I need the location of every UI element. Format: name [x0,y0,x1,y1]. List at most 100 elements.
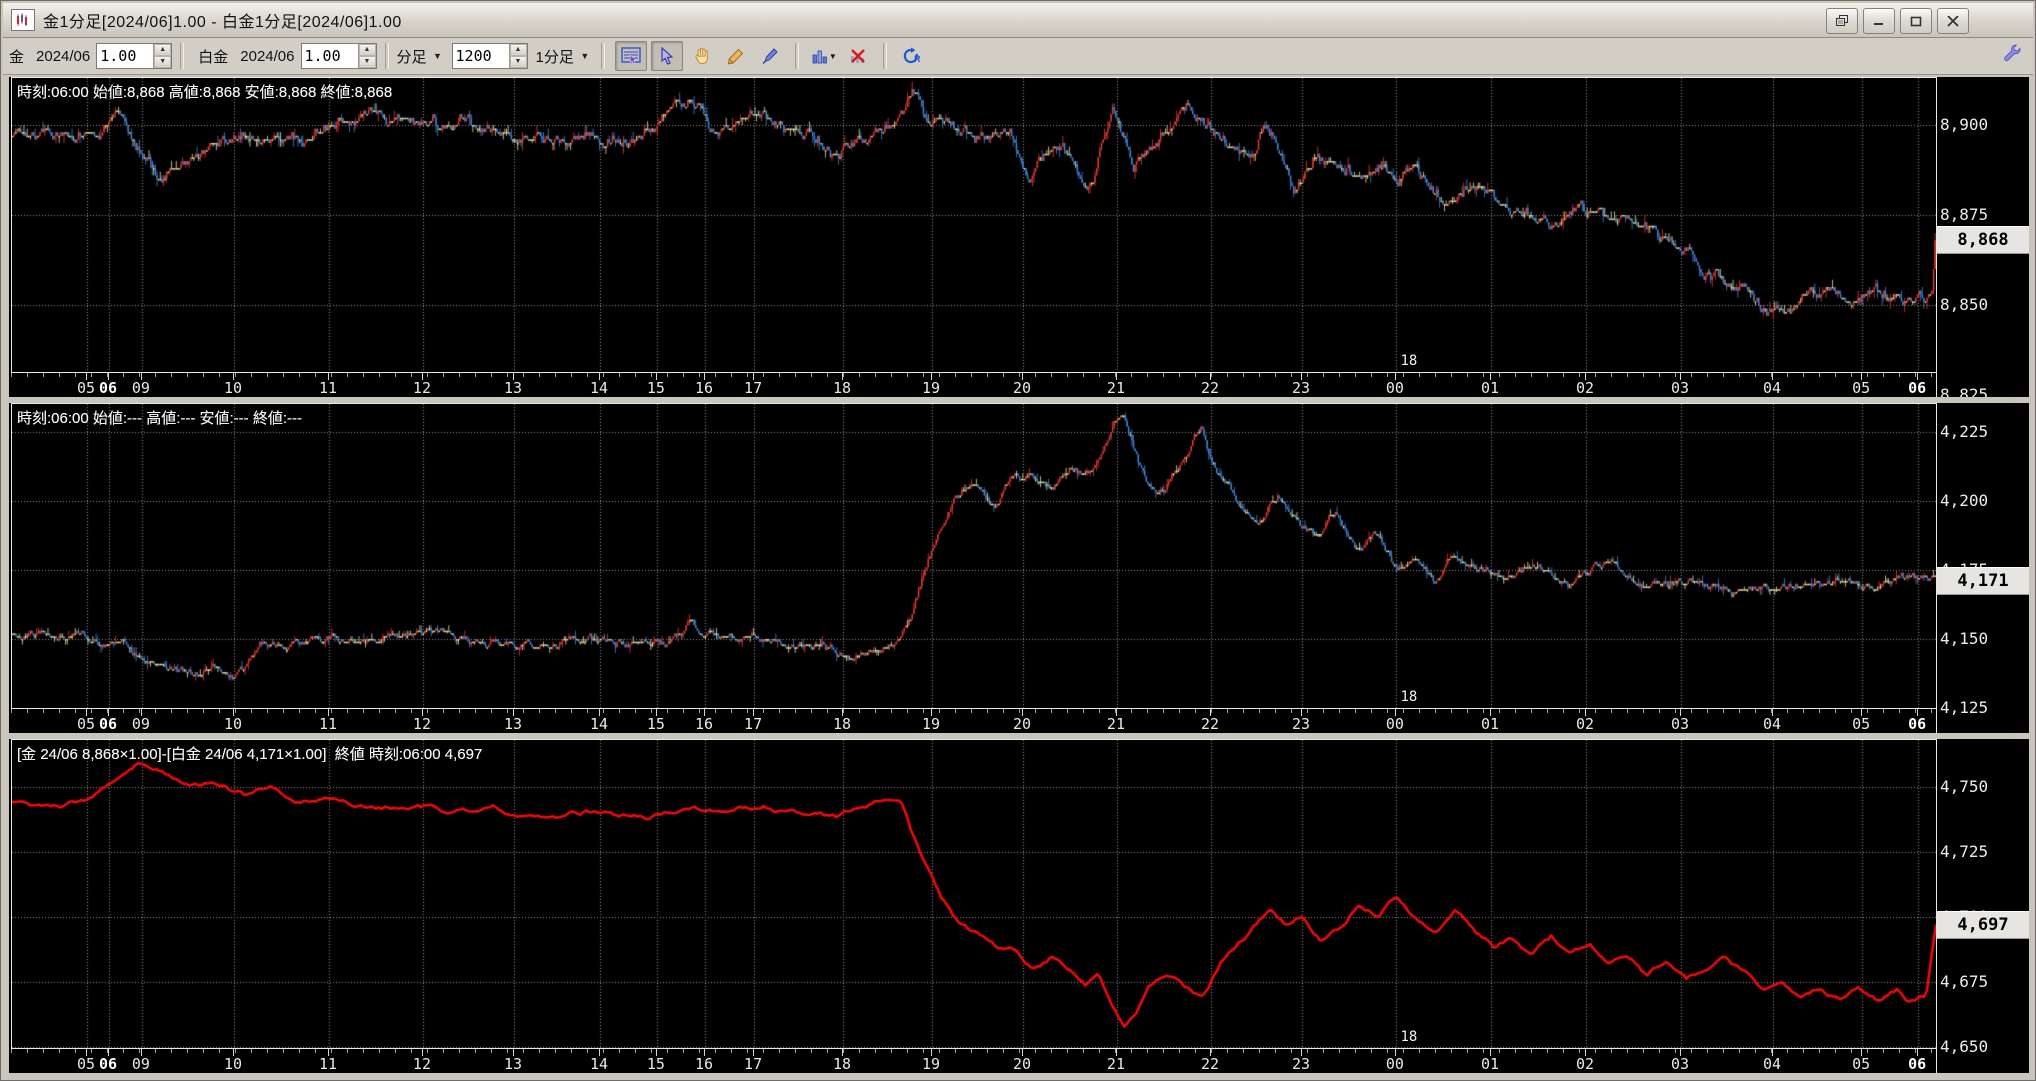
chevron-down-icon[interactable]: ▼ [430,47,446,65]
price-tick-label: 4,225 [1940,422,1989,441]
gold-multiplier-input[interactable] [97,44,154,68]
window-title: 金1分足[2024/06]1.00 - 白金1分足[2024/06]1.00 [43,14,402,31]
minor-ticks [11,709,1935,713]
hour-label: 06 [1908,379,1927,397]
close-button[interactable] [1937,8,1969,34]
minimize-button[interactable] [1863,8,1895,34]
hour-label: 01 [1480,1055,1499,1073]
hour-label: 14 [589,1055,608,1073]
time-axis: 05 06 09 10 11 12 13 14 15 16 17 18 19 20 21 22 23 00 01 02… [11,1049,1935,1073]
price-tick-label: 4,125 [1940,698,1989,717]
hour-label: 15 [646,1055,665,1073]
platinum-contract[interactable]: 2024/06 [240,48,294,65]
hour-label: 20 [1013,379,1032,397]
hour-label: 19 [922,1055,941,1073]
select-cursor-icon [661,47,674,65]
hour-label: 09 [131,379,150,397]
chart-settings-button[interactable] [614,41,647,71]
spread-chart-panel[interactable]: [金 24/06 8,868×1.00]-[白金 24/06 4,171×1.0… [9,739,2029,1073]
plot-area[interactable] [11,739,1937,1049]
maximize-button[interactable] [1900,8,1932,34]
spinner-arrows[interactable]: ▲ ▼ [357,44,376,68]
price-scale[interactable]: 4,2254,2004,1754,1504,1254,171 [1936,403,2029,733]
hour-label: 09 [131,1055,150,1073]
gold-chart-panel[interactable]: 時刻:06:00 始値:8,868 高値:8,868 安値:8,868 終値:8… [9,77,2029,397]
draw-pen-icon [762,48,778,64]
hour-label: 04 [1763,1055,1782,1073]
platinum-chart-panel[interactable]: 時刻:06:00 始値:--- 高値:--- 安値:--- 終値:--- 18 05… [9,403,2029,733]
hour-label: 12 [412,715,431,733]
hour-label: 06 [1908,1055,1927,1073]
last-price-badge: 4,697 [1937,910,2029,939]
hour-label: 12 [412,1055,431,1073]
interval-type-dropdown[interactable]: 分足 ▼ [397,46,446,67]
draw-pen-button[interactable] [755,42,785,70]
price-tick-label: 4,650 [1940,1037,1989,1056]
hour-label: 21 [1106,715,1125,733]
refresh-icon: R [903,47,921,64]
spin-up-icon[interactable]: ▲ [358,44,376,56]
price-tick-label: 4,675 [1940,972,1989,991]
gold-multiplier-spinner[interactable]: ▲▼ [96,43,173,69]
gold-contract[interactable]: 2024/06 [36,48,90,65]
price-scale[interactable]: 8,900 8,875 8,850 8,825 8,868 [1936,77,2029,397]
pan-hand-button[interactable] [687,42,717,70]
plot-area[interactable] [11,77,1937,373]
spin-up-icon[interactable]: ▲ [154,44,172,56]
hour-label: 22 [1201,379,1220,397]
chevron-down-icon[interactable]: ▼ [577,47,593,65]
hour-label: 16 [694,715,714,733]
plot-area[interactable] [11,403,1937,709]
draw-pencil-button[interactable] [721,42,751,70]
app-window: { "window": { "title": "金1分足[2024/06]1.0… [0,0,2036,1081]
bar-count-input[interactable] [452,44,509,68]
hour-label: 06 [98,379,117,397]
price-tick-label: 8,900 [1940,115,1989,134]
hour-label: 04 [1763,715,1782,733]
bar-count-spinner[interactable]: ▲▼ [451,43,528,69]
spin-up-icon[interactable]: ▲ [509,44,527,56]
price-scale[interactable]: 4,7504,7254,7004,6754,6504,697 [1936,739,2029,1073]
ohlc-info-line: 時刻:06:00 始値:8,868 高値:8,868 安値:8,868 終値:8… [17,84,393,101]
hour-label: 03 [1671,379,1690,397]
price-tick-label: 4,200 [1940,491,1989,510]
time-axis: 05 06 09 10 11 12 13 14 15 16 17 18 19 20 21 22 23 00 01 02… [11,709,1935,733]
hour-label: 05 [1852,1055,1871,1073]
last-price-badge: 4,171 [1937,567,2029,596]
chart-settings-icon [621,47,641,65]
pan-hand-icon [695,47,708,65]
price-tick-label: 8,875 [1940,205,1989,224]
hour-label: 00 [1385,715,1404,733]
hour-label: 06 [1908,715,1927,733]
spin-down-icon[interactable]: ▼ [154,56,172,68]
platinum-multiplier-input[interactable] [301,44,358,68]
refresh-button[interactable]: R [897,42,927,70]
date-change-label: 18 [1400,1029,1418,1045]
hour-label: 23 [1292,1055,1311,1073]
chart-type-button[interactable]: ▼ [809,42,839,70]
application-frame: 金1分足[2024/06]1.00 - 白金1分足[2024/06]1.00 金… [0,0,2036,1081]
hour-label: 19 [922,715,941,733]
draw-pencil-icon [727,48,744,65]
chevron-down-icon[interactable]: ▼ [829,52,837,61]
hour-label: 11 [319,715,338,733]
toolbar-separator [882,43,887,69]
spinner-arrows[interactable]: ▲ ▼ [153,44,172,68]
settings-wrench-button[interactable] [2001,42,2023,68]
spin-down-icon[interactable]: ▼ [358,56,376,68]
app-icon [11,9,35,31]
hour-label: 01 [1480,379,1499,397]
hour-label: 06 [98,715,117,733]
select-cursor-button[interactable] [650,41,683,71]
spinner-arrows[interactable]: ▲ ▼ [508,44,527,68]
interval-value-dropdown[interactable]: 1分足 ▼ [536,46,593,67]
hour-label: 17 [744,1055,763,1073]
hour-label: 12 [412,379,431,397]
hour-label: 21 [1106,379,1125,397]
hour-label: 04 [1763,379,1782,397]
clear-drawings-button[interactable] [843,42,873,70]
platinum-multiplier-spinner[interactable]: ▲▼ [300,43,377,69]
copy-window-button[interactable] [1826,8,1858,34]
hour-label: 17 [744,379,763,397]
spin-down-icon[interactable]: ▼ [509,56,527,68]
